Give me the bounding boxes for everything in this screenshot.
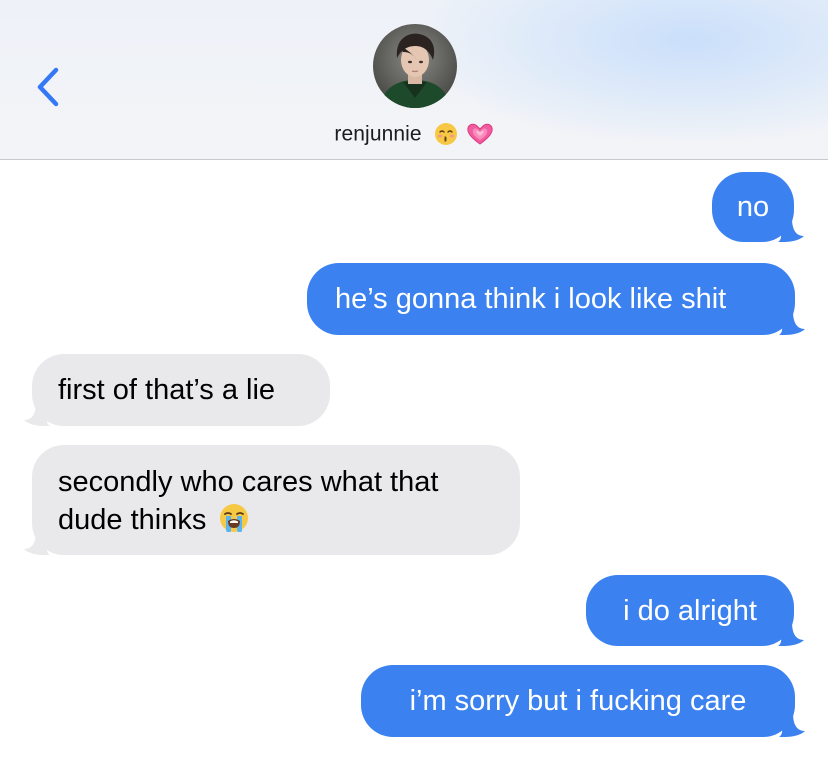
message-text-line-1: secondly who cares what that (58, 466, 439, 498)
received-message-bubble[interactable]: first of that’s a lie (32, 354, 330, 426)
contact-avatar[interactable] (373, 24, 457, 108)
message-row: secondly who cares what that dude thinks (24, 445, 520, 555)
kissing-face-emoji (434, 123, 457, 146)
back-button[interactable] (30, 62, 70, 112)
header-glow (430, 0, 828, 140)
message-text-line-2: dude thinks (58, 501, 520, 539)
message-row: no (712, 172, 804, 242)
message-text: no (736, 191, 770, 223)
bubble-tail (779, 311, 805, 335)
bubble-tail (779, 713, 805, 737)
chevron-left-icon (37, 67, 59, 107)
avatar-photo (373, 24, 457, 108)
message-text: dude thinks (58, 504, 207, 536)
message-text: i do alright (623, 595, 757, 627)
contact-name: renjunnie (334, 122, 422, 146)
conversation-header: renjunnie (0, 0, 828, 160)
sent-message-bubble[interactable]: he’s gonna think i look like shit (307, 263, 795, 335)
message-row: first of that’s a lie (24, 354, 330, 426)
growing-heart-emoji (466, 124, 493, 146)
message-row: he’s gonna think i look like shit (307, 263, 805, 335)
bubble-tail (24, 531, 50, 555)
bubble-tail (778, 218, 804, 242)
message-row: i’m sorry but i fucking care (361, 665, 805, 737)
message-text: he’s gonna think i look like shit (335, 283, 727, 315)
sent-message-bubble[interactable]: i’m sorry but i fucking care (361, 665, 795, 737)
sent-message-bubble[interactable]: i do alright (586, 575, 794, 646)
message-row: i do alright (586, 575, 804, 646)
bubble-tail (24, 402, 50, 426)
contact-name-row[interactable]: renjunnie (0, 122, 828, 146)
message-text: first of that’s a lie (58, 374, 276, 406)
bubble-tail (778, 622, 804, 646)
message-text: i’m sorry but i fucking care (409, 685, 747, 717)
received-message-bubble[interactable]: secondly who cares what that dude thinks (32, 445, 520, 555)
loudly-crying-face-emoji (220, 504, 249, 533)
